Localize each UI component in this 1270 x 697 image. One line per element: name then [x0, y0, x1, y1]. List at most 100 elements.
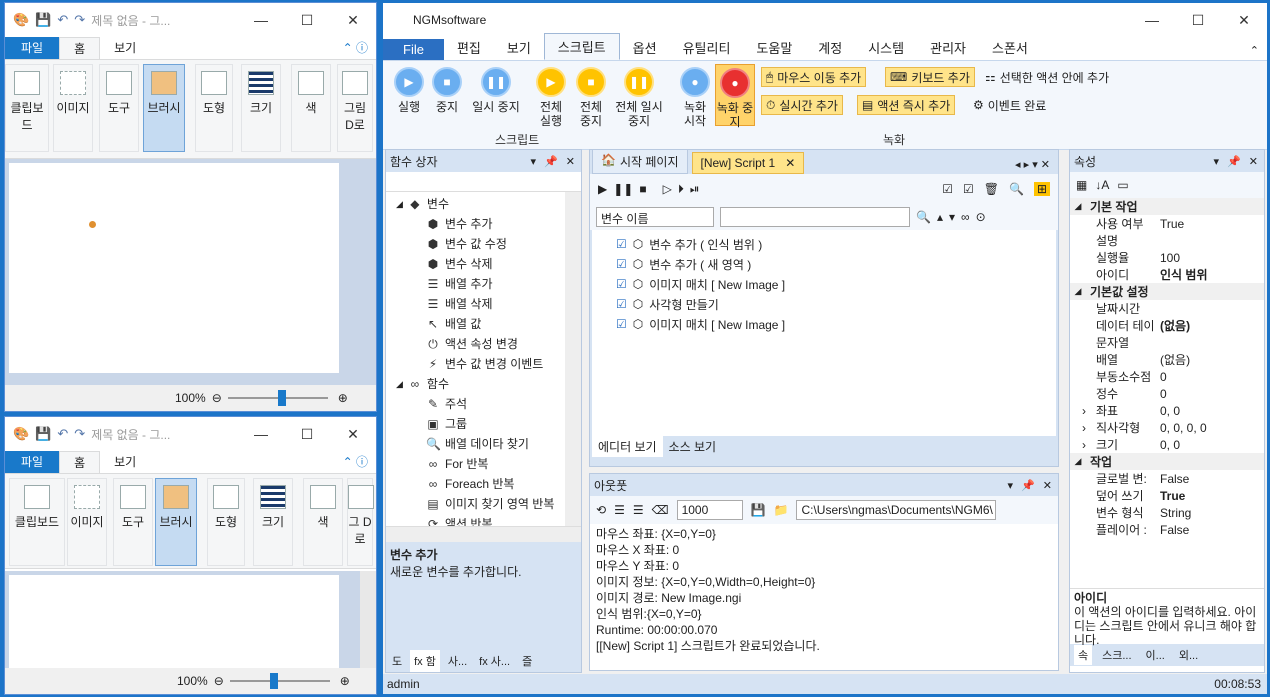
zoom-slider[interactable]: [229, 673, 330, 689]
property-row[interactable]: 덮어 쓰기 True: [1070, 487, 1264, 504]
property-row[interactable]: › 크기 0, 0: [1070, 436, 1264, 453]
menu-options[interactable]: 옵션: [620, 35, 670, 60]
scrollbar-vertical[interactable]: [565, 192, 581, 526]
add-keyboard-button[interactable]: ⌨ 키보드 추가: [885, 67, 975, 87]
property-value[interactable]: 0, 0, 0, 0: [1156, 421, 1207, 435]
check-icon[interactable]: ☑: [963, 182, 974, 196]
canvas[interactable]: [9, 163, 339, 373]
maximize-button[interactable]: ☐: [284, 12, 330, 29]
panel-tab[interactable]: 즐: [518, 650, 536, 672]
property-row[interactable]: 사용 여부 True: [1070, 215, 1264, 232]
tree-item[interactable]: ⬢ 변수 삭제: [386, 254, 581, 274]
group-brush[interactable]: 브러시: [155, 478, 197, 566]
tree-item[interactable]: ⟳ 액션 반복: [386, 514, 581, 526]
menu-sponsor[interactable]: 스폰서: [979, 35, 1041, 60]
save-icon[interactable]: 💾: [35, 426, 51, 442]
expand-icon[interactable]: ◢: [396, 194, 403, 214]
eraser-icon[interactable]: ⌫: [652, 503, 669, 517]
property-category[interactable]: ◢ 기본 작업: [1070, 198, 1264, 215]
tree-item[interactable]: ⚡ 변수 값 변경 이벤트: [386, 354, 581, 374]
collapse-icon[interactable]: ◢: [1070, 286, 1086, 297]
tab-start-page[interactable]: 🏠 시작 페이지: [592, 149, 688, 174]
property-value[interactable]: False: [1156, 523, 1189, 537]
path-input[interactable]: C:\Users\ngmas\Documents\NGM6\: [796, 500, 997, 520]
function-search[interactable]: [386, 172, 581, 192]
dropdown-icon[interactable]: ▾: [531, 155, 537, 168]
property-row[interactable]: 배열 (없음): [1070, 351, 1264, 368]
pause-button[interactable]: ❚❚ 일시 중지: [467, 67, 525, 114]
pause-icon[interactable]: ❚❚: [613, 182, 633, 196]
help-icon[interactable]: ⌃ ⓘ: [335, 451, 376, 473]
minimize-button[interactable]: —: [238, 12, 284, 29]
tab-controls[interactable]: ◂ ▸ ▾ ✕: [1007, 155, 1058, 174]
property-category[interactable]: ◢ 기본값 설정: [1070, 283, 1264, 300]
property-row[interactable]: 날짜시간: [1070, 300, 1264, 317]
tab-home[interactable]: 홈: [59, 451, 101, 473]
menu-account[interactable]: 계정: [805, 35, 855, 60]
zoom-in-button[interactable]: ⊕: [340, 674, 350, 688]
scrollbar-horizontal[interactable]: [386, 526, 581, 542]
group-size[interactable]: 크기: [253, 478, 293, 566]
menu-system[interactable]: 시스템: [855, 35, 917, 60]
tree-item[interactable]: ◢ ∞ 함수: [386, 374, 581, 394]
property-row[interactable]: 설명: [1070, 232, 1264, 249]
tree-item[interactable]: ☰ 배열 삭제: [386, 294, 581, 314]
close-icon[interactable]: ✕: [1249, 155, 1258, 168]
script-line[interactable]: ☑ ⬡ 이미지 매치 [ New Image ]: [616, 314, 1032, 334]
tree-item[interactable]: ⬢ 변수 값 수정: [386, 234, 581, 254]
down-icon[interactable]: ▾: [949, 210, 955, 224]
panel-tab[interactable]: 속: [1074, 645, 1093, 665]
record-stop-button[interactable]: ● 녹화 중지: [715, 64, 755, 129]
property-category[interactable]: ◢ 작업: [1070, 453, 1264, 470]
group-tools[interactable]: 도구: [113, 478, 153, 566]
tab-source-view[interactable]: 소스 보기: [665, 436, 721, 457]
pause-all-button[interactable]: ❚❚ 전체 일시 중지: [611, 67, 667, 128]
property-value[interactable]: 인식 범위: [1156, 266, 1208, 283]
tab-editor-view[interactable]: 에디터 보기: [592, 436, 663, 457]
instant-add-button[interactable]: ▤ 액션 즉시 추가: [857, 95, 956, 115]
check-all-icon[interactable]: ☑: [942, 182, 953, 196]
zoom-in-button[interactable]: ⊕: [338, 391, 348, 405]
undo-icon[interactable]: ↶: [57, 426, 68, 442]
zoom-out-button[interactable]: ⊖: [212, 391, 222, 405]
collapse-icon[interactable]: ◢: [1070, 456, 1086, 467]
tree-item[interactable]: 🔍 배열 데이타 찾기: [386, 434, 581, 454]
tree-item[interactable]: ↖ 배열 값: [386, 314, 581, 334]
realtime-add-button[interactable]: ⏱ 실시간 추가: [761, 95, 843, 115]
property-value[interactable]: True: [1156, 217, 1184, 231]
sort-alpha-icon[interactable]: ↓A: [1095, 178, 1109, 192]
group-paint3d[interactable]: 그 D로: [347, 478, 374, 566]
filter-select[interactable]: 변수 이름: [596, 207, 714, 227]
script-line[interactable]: ☑ ⬡ 변수 추가 ( 새 영역 ): [616, 254, 1032, 274]
close-tab-icon[interactable]: ✕: [785, 156, 795, 170]
record-start-button[interactable]: ● 녹화 시작: [677, 67, 713, 128]
tree-item[interactable]: ✎ 주석: [386, 394, 581, 414]
checkbox[interactable]: ☑: [616, 297, 627, 311]
list-icon[interactable]: ☰: [633, 503, 644, 517]
step-icon[interactable]: ▷: [663, 182, 672, 196]
dropdown-icon[interactable]: ▾: [1008, 479, 1014, 492]
menu-file[interactable]: File: [383, 39, 444, 60]
property-row[interactable]: 실행율 100: [1070, 249, 1264, 266]
pin-icon[interactable]: 📌: [544, 155, 558, 168]
pin-icon[interactable]: 📌: [1227, 155, 1241, 168]
panel-tab[interactable]: fx 함: [410, 650, 440, 672]
tab-view[interactable]: 보기: [100, 37, 150, 59]
undo-icon[interactable]: ↶: [57, 12, 68, 28]
tree-item[interactable]: ☰ 배열 추가: [386, 274, 581, 294]
folder-icon[interactable]: 📁: [774, 503, 789, 517]
collapse-ribbon-icon[interactable]: ⌃: [1242, 41, 1267, 60]
tab-file[interactable]: 파일: [5, 451, 60, 473]
play-icon[interactable]: ▶: [598, 182, 607, 196]
property-row[interactable]: › 직사각형 0, 0, 0, 0: [1070, 419, 1264, 436]
tab-script-1[interactable]: [New] Script 1 ✕: [691, 152, 805, 174]
canvas[interactable]: [9, 575, 339, 668]
menu-script[interactable]: 스크립트: [543, 33, 620, 60]
close-button[interactable]: ✕: [330, 12, 376, 29]
categorized-icon[interactable]: ▦: [1076, 178, 1087, 192]
more-icon[interactable]: ⊙: [976, 210, 986, 224]
save-icon[interactable]: 💾: [35, 12, 51, 28]
close-button[interactable]: ✕: [330, 426, 376, 443]
script-line[interactable]: ☑ ⬡ 이미지 매치 [ New Image ]: [616, 274, 1032, 294]
pages-icon[interactable]: ▭: [1117, 178, 1128, 192]
